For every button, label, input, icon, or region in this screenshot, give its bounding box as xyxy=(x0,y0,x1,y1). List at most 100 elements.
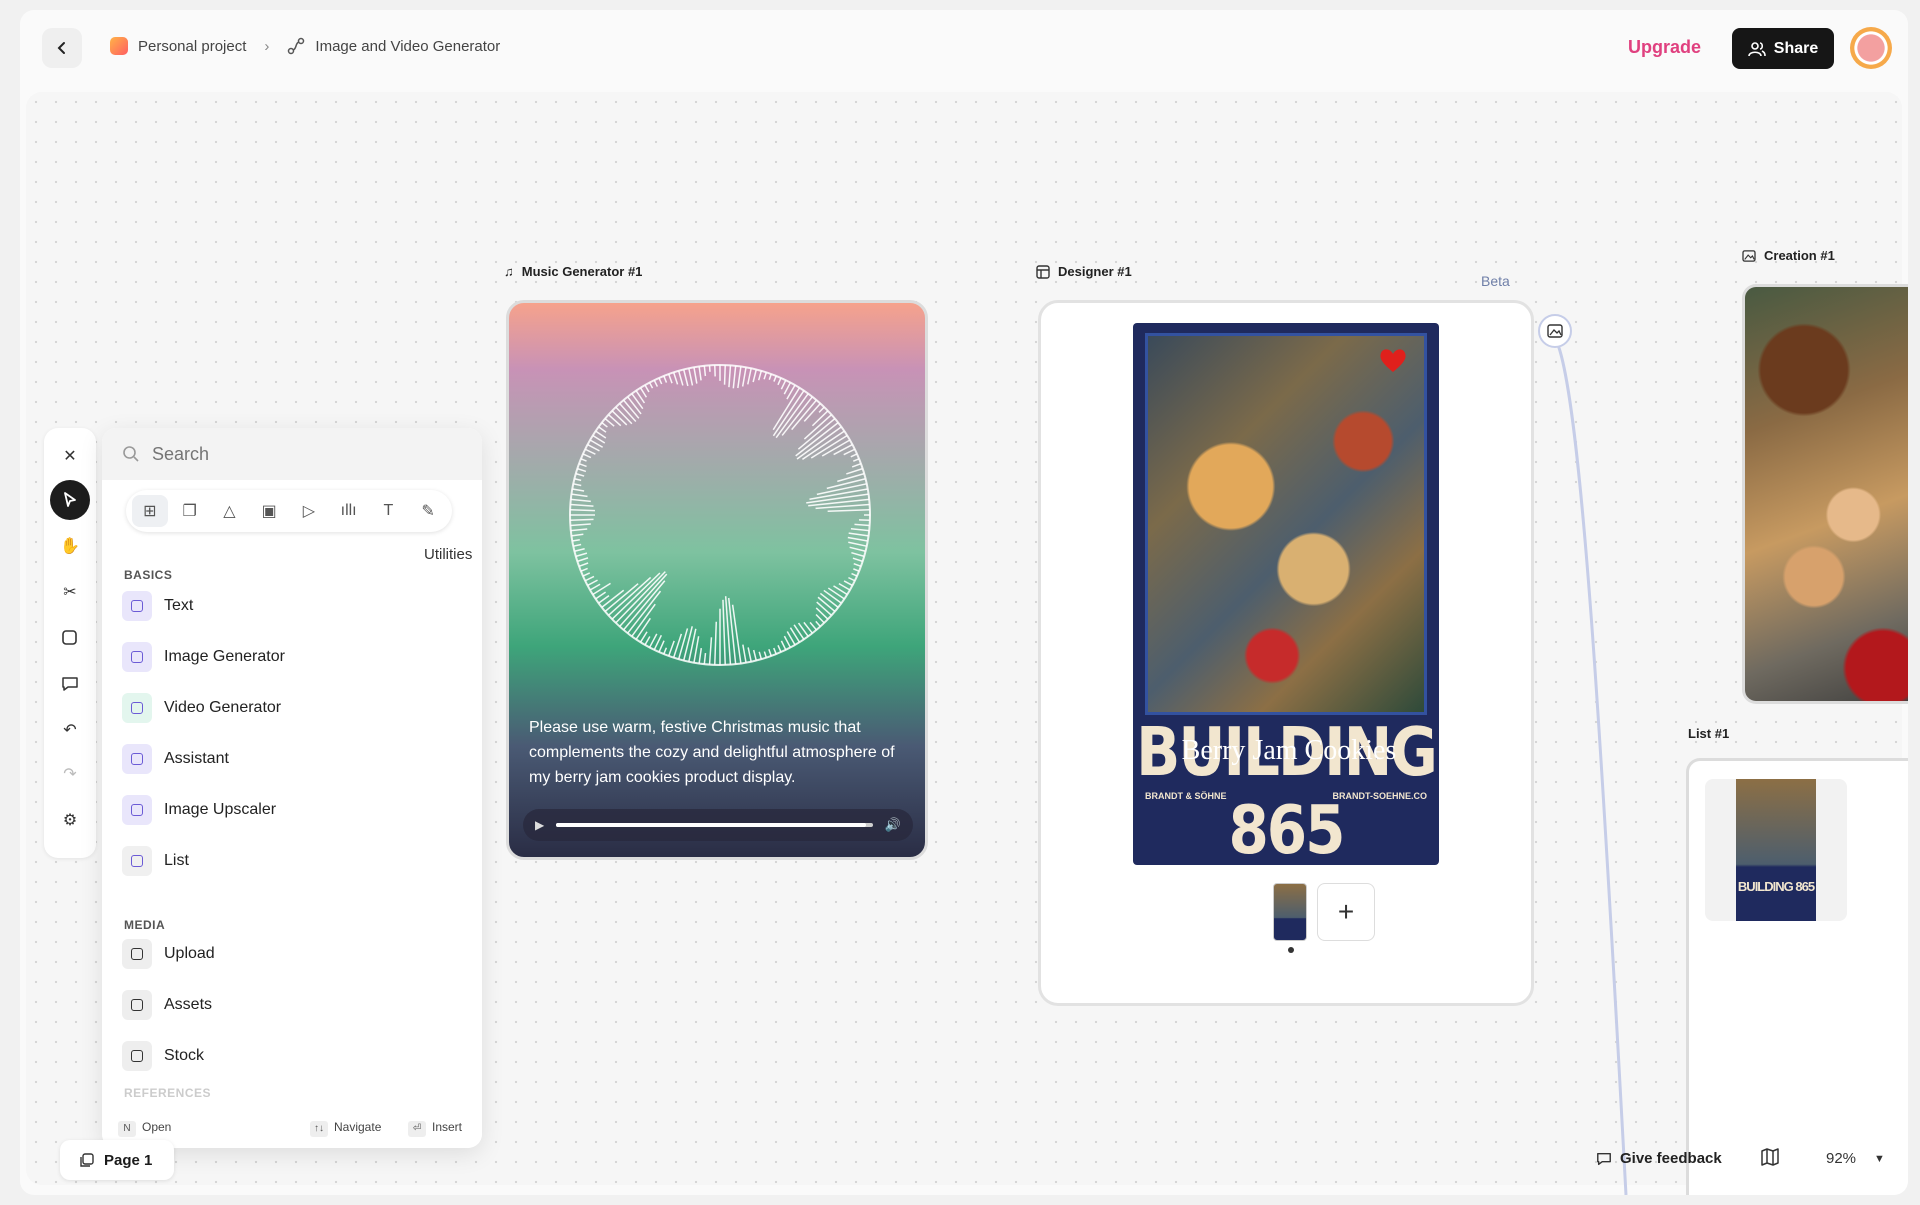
insert-key: ⏎ xyxy=(408,1120,426,1137)
search-icon xyxy=(122,1041,152,1071)
node-option-assistant[interactable]: Assistant xyxy=(122,739,462,779)
node-option-text[interactable]: Text xyxy=(122,586,462,626)
close-button[interactable]: ✕ xyxy=(50,436,90,476)
node-option-image-upscaler[interactable]: Image Upscaler xyxy=(122,790,462,830)
give-feedback-button[interactable]: Give feedback xyxy=(1596,1150,1722,1167)
caret-down-icon: ▼ xyxy=(1874,1152,1885,1165)
audio-waveform-visual xyxy=(569,364,871,666)
avatar[interactable] xyxy=(1850,27,1892,69)
back-button[interactable] xyxy=(42,28,82,68)
share-button[interactable]: Share xyxy=(1732,28,1834,69)
node-option-video-generator[interactable]: Video Generator xyxy=(122,688,462,728)
poster-photo xyxy=(1145,333,1427,715)
category-audio[interactable]: ıllı xyxy=(331,495,367,527)
left-toolbar: ✕ ✋ ✂ ↶ ↷ ⚙ xyxy=(44,428,96,858)
hand-tool[interactable]: ✋ xyxy=(50,526,90,566)
insert-hint: Insert xyxy=(432,1119,463,1134)
poster-overlay-text[interactable]: Berry Jam Cookies xyxy=(1139,735,1439,767)
list-node-title[interactable]: List #1 xyxy=(1688,726,1729,741)
heart-icon xyxy=(1380,349,1406,372)
music-generator-card[interactable]: Please use warm, festive Christmas music… xyxy=(506,300,928,860)
media-option-stock[interactable]: Stock xyxy=(122,1036,462,1076)
music-prompt: Please use warm, festive Christmas music… xyxy=(529,719,895,786)
minimap-button[interactable] xyxy=(1760,1148,1780,1171)
progress-track[interactable] xyxy=(556,823,873,827)
breadcrumb-page[interactable]: Image and Video Generator xyxy=(315,38,500,55)
category-assets[interactable]: ❐ xyxy=(172,495,208,527)
upgrade-link[interactable]: Upgrade xyxy=(1628,37,1701,58)
shapes-icon: △ xyxy=(223,503,236,520)
app-window: Personal project › Image and Video Gener… xyxy=(20,10,1908,1195)
video-icon: ▷ xyxy=(302,503,316,520)
media-option-label: Upload xyxy=(164,945,215,962)
redo-button[interactable]: ↷ xyxy=(50,754,90,794)
designer-node-title[interactable]: Designer #1 xyxy=(1036,264,1132,279)
creation-node-title[interactable]: Creation #1 xyxy=(1742,248,1835,263)
category-text[interactable]: T xyxy=(371,495,407,527)
node-library-panel: ⊞ ❐ △ ▣ ▷ ıllı T ✎ Utilities BASICS Text… xyxy=(102,428,482,1148)
open-hint: Open xyxy=(142,1119,172,1134)
layers-icon: ❐ xyxy=(182,503,197,520)
page-thumbnail[interactable] xyxy=(1273,883,1307,941)
comment-icon xyxy=(1597,1152,1611,1165)
page-thumbnails: + xyxy=(1273,883,1375,941)
media-option-label: Stock xyxy=(164,1047,205,1064)
volume-icon[interactable]: 🔊 xyxy=(885,817,901,833)
add-page-button[interactable]: + xyxy=(1317,883,1375,941)
cut-tool[interactable]: ✂ xyxy=(50,572,90,612)
select-tool[interactable] xyxy=(50,480,90,520)
breadcrumb: Personal project › Image and Video Gener… xyxy=(110,37,500,55)
creation-title: Creation #1 xyxy=(1764,248,1835,263)
poster-preview[interactable]: BUILDING 865 Berry Jam Cookies BRANDT & … xyxy=(1133,323,1439,865)
zoom-control[interactable]: 92% ▼ xyxy=(1826,1150,1885,1167)
sparkle-icon xyxy=(122,744,152,774)
text-icon xyxy=(122,591,152,621)
poster-sub-right: BRANDT-SOEHNE.CO xyxy=(1332,791,1427,801)
chevron-right-icon: › xyxy=(264,37,270,55)
media-option-label: Assets xyxy=(164,996,213,1013)
category-all[interactable]: ⊞ xyxy=(132,495,168,527)
layout-icon xyxy=(1036,264,1050,279)
pages-icon xyxy=(80,1153,94,1167)
project-icon xyxy=(110,37,128,55)
node-option-image-generator[interactable]: Image Generator xyxy=(122,637,462,677)
list-item[interactable]: BUILDING 865 xyxy=(1705,779,1847,921)
map-icon xyxy=(1761,1148,1779,1166)
pointer-icon xyxy=(64,492,76,507)
comment-tool[interactable] xyxy=(50,664,90,704)
navigate-key: ↑↓ xyxy=(310,1120,328,1137)
breadcrumb-project[interactable]: Personal project xyxy=(138,38,246,55)
designer-card[interactable]: BUILDING 865 Berry Jam Cookies BRANDT & … xyxy=(1038,300,1534,1006)
node-option-list[interactable]: List xyxy=(122,841,462,881)
users-icon xyxy=(1747,41,1766,56)
creation-image[interactable] xyxy=(1742,284,1908,704)
play-icon[interactable]: ▶ xyxy=(535,818,544,832)
category-utilities[interactable]: ✎ xyxy=(410,495,446,527)
audio-player: ▶ 🔊 xyxy=(523,809,913,841)
utilities-icon: ✎ xyxy=(421,503,435,520)
list-card[interactable]: BUILDING 865 xyxy=(1686,758,1908,1195)
sticky-note-tool[interactable] xyxy=(50,618,90,658)
settings-button[interactable]: ⚙ xyxy=(50,800,90,840)
music-node-title[interactable]: ♫ Music Generator #1 xyxy=(504,264,642,279)
page-selector[interactable]: Page 1 xyxy=(60,1140,174,1180)
output-port[interactable] xyxy=(1538,314,1572,348)
undo-button[interactable]: ↶ xyxy=(50,710,90,750)
category-video[interactable]: ▷ xyxy=(291,495,327,527)
media-section-label: MEDIA xyxy=(124,918,166,932)
list-title: List #1 xyxy=(1688,726,1730,741)
media-option-assets[interactable]: Assets xyxy=(122,985,462,1025)
zoom-level: 92% xyxy=(1826,1150,1857,1167)
category-shapes[interactable]: △ xyxy=(212,495,248,527)
category-image[interactable]: ▣ xyxy=(251,495,287,527)
hand-icon: ✋ xyxy=(60,538,80,555)
media-option-upload[interactable]: Upload xyxy=(122,934,462,974)
feedback-label: Give feedback xyxy=(1620,1150,1722,1167)
category-bar: ⊞ ❐ △ ▣ ▷ ıllı T ✎ xyxy=(126,490,452,532)
audio-icon: ıllı xyxy=(340,502,357,519)
list-icon xyxy=(122,846,152,876)
grid-icon: ⊞ xyxy=(143,503,157,520)
image-icon: ▣ xyxy=(261,503,277,520)
search-input[interactable] xyxy=(152,443,432,465)
close-icon: ✕ xyxy=(63,448,77,465)
